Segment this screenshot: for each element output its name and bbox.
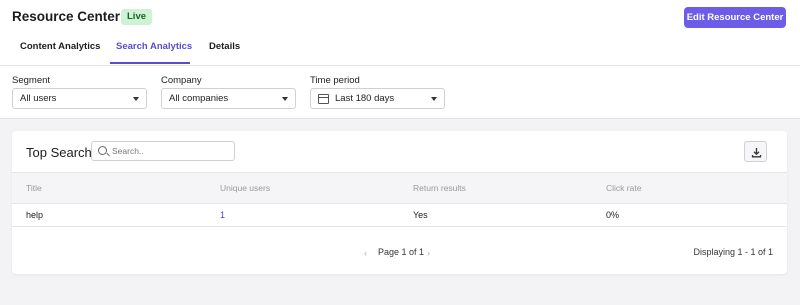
displaying-count: Displaying 1 - 1 of 1 <box>693 247 773 257</box>
calendar-icon <box>318 94 329 104</box>
chevron-down-icon <box>133 97 139 101</box>
cell-click-rate: 0% <box>606 210 620 220</box>
cell-unique-users-link[interactable]: 1 <box>220 210 225 220</box>
chevron-right-icon[interactable]: › <box>427 248 430 258</box>
company-label: Company <box>161 75 202 86</box>
search-input[interactable] <box>112 144 230 158</box>
table-row: help 1 Yes 0% <box>12 204 787 227</box>
time-period-value: Last 180 days <box>335 93 395 104</box>
status-badge: Live <box>121 9 153 25</box>
segment-value: All users <box>20 93 57 104</box>
segment-label: Segment <box>12 75 51 86</box>
table-header: Title Unique users Return results Click … <box>12 172 787 204</box>
chevron-down-icon <box>431 97 437 101</box>
search-box[interactable] <box>91 141 235 161</box>
column-header-title[interactable]: Title <box>26 183 42 193</box>
search-icon <box>98 146 107 155</box>
chevron-down-icon <box>282 97 288 101</box>
segment-select[interactable]: All users <box>12 88 147 109</box>
tab-content-analytics[interactable]: Content Analytics <box>20 41 100 52</box>
time-period-select[interactable]: Last 180 days <box>310 88 445 109</box>
page-title: Resource Center <box>12 9 121 24</box>
active-tab-indicator <box>110 62 190 64</box>
time-period-label: Time period <box>310 75 360 86</box>
company-select[interactable]: All companies <box>161 88 296 109</box>
top-search-card: Top Search Title Unique users Return res… <box>12 131 787 274</box>
column-header-unique-users[interactable]: Unique users <box>220 183 270 193</box>
filter-bar: Segment All users Company All companies … <box>0 66 800 119</box>
top-bar: Resource Center Live Edit Resource Cente… <box>0 0 800 66</box>
cell-return-results: Yes <box>413 210 428 220</box>
page-indicator: Page 1 of 1 <box>378 247 425 257</box>
tab-search-analytics[interactable]: Search Analytics <box>116 41 192 52</box>
download-icon <box>751 148 762 158</box>
chevron-left-icon[interactable]: ‹ <box>364 248 367 258</box>
column-header-click-rate[interactable]: Click rate <box>606 183 641 193</box>
company-value: All companies <box>169 93 229 104</box>
card-title: Top Search <box>26 145 92 160</box>
cell-title: help <box>26 210 44 220</box>
download-button[interactable] <box>744 141 767 162</box>
column-header-return-results[interactable]: Return results <box>413 183 466 193</box>
tab-details[interactable]: Details <box>209 41 240 52</box>
edit-resource-center-button[interactable]: Edit Resource Center <box>684 7 786 28</box>
